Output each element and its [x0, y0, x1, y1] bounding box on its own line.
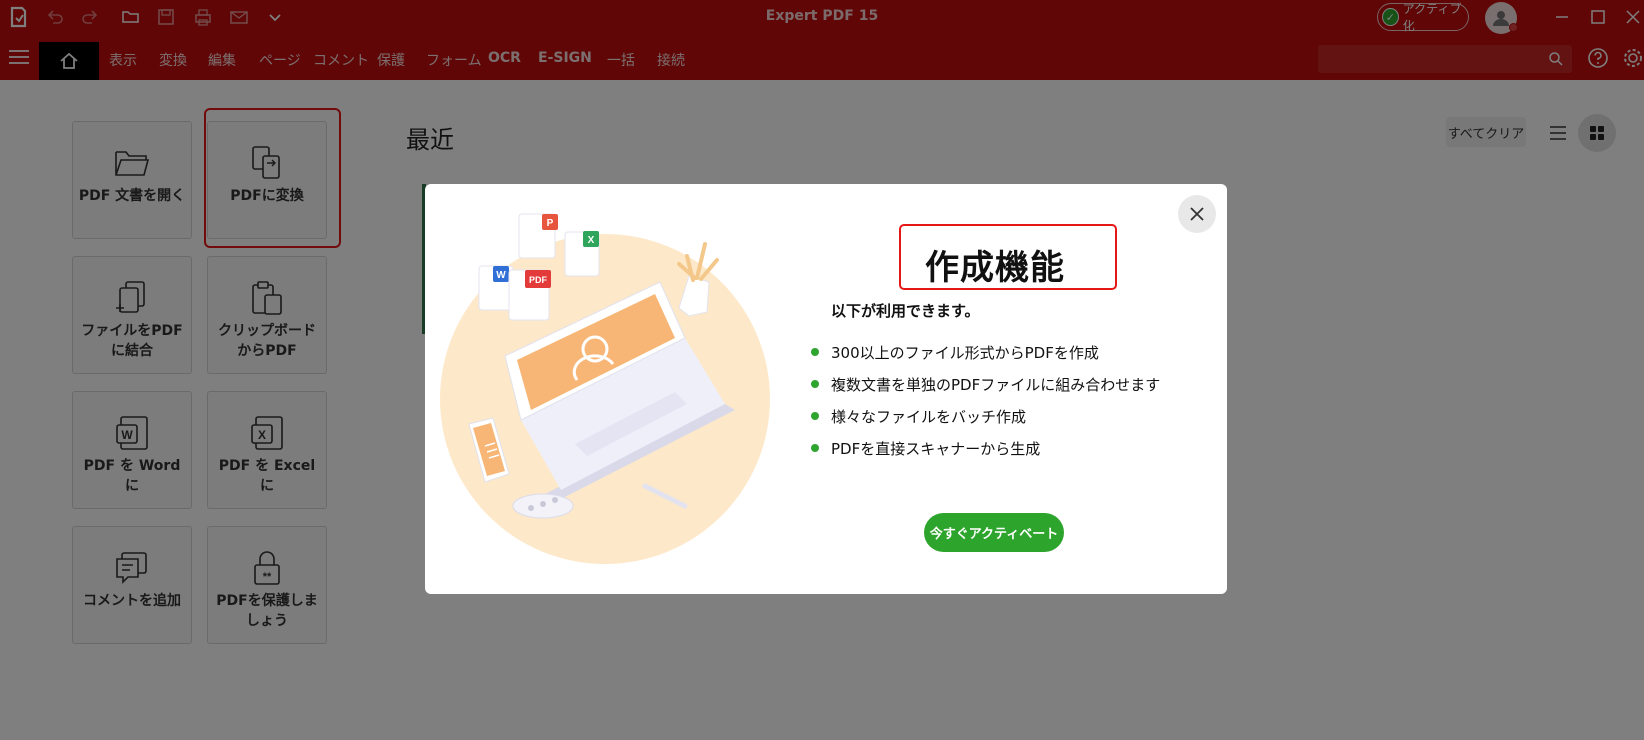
feature-text: PDFを直接スキャナーから生成: [831, 439, 1041, 458]
remote-control: [512, 493, 574, 519]
bullet-dot: [811, 444, 819, 452]
create-feature-dialog: P X W PDF 作成機能 以下が利用できます。 300以上のファイル形式から…: [425, 184, 1227, 594]
list-item: 300以上のファイル形式からPDFを作成: [811, 336, 1160, 368]
list-item: PDFを直接スキャナーから生成: [811, 432, 1160, 464]
dialog-title: 作成機能: [925, 248, 1065, 288]
bullet-dot: [811, 412, 819, 420]
laptop-illustration: P X W PDF: [440, 213, 770, 564]
dialog-subtitle: 以下が利用できます。: [831, 302, 980, 320]
close-icon: [1190, 207, 1204, 221]
svg-text:X: X: [588, 235, 595, 246]
feature-text: 様々なファイルをバッチ作成: [831, 407, 1027, 426]
svg-text:P: P: [547, 218, 554, 229]
feature-list: 300以上のファイル形式からPDFを作成 複数文書を単独のPDFファイルに組み合…: [811, 336, 1160, 464]
list-item: 様々なファイルをバッチ作成: [811, 400, 1160, 432]
svg-text:PDF: PDF: [529, 275, 548, 285]
activate-now-button[interactable]: 今すぐアクティベート: [924, 513, 1064, 552]
feature-text: 複数文書を単独のPDFファイルに組み合わせます: [831, 375, 1161, 394]
bullet-dot: [811, 348, 819, 356]
svg-text:W: W: [496, 270, 506, 281]
feature-text: 300以上のファイル形式からPDFを作成: [831, 343, 1099, 362]
close-dialog-button[interactable]: [1178, 195, 1216, 233]
bullet-dot: [811, 380, 819, 388]
list-item: 複数文書を単独のPDFファイルに組み合わせます: [811, 368, 1160, 400]
